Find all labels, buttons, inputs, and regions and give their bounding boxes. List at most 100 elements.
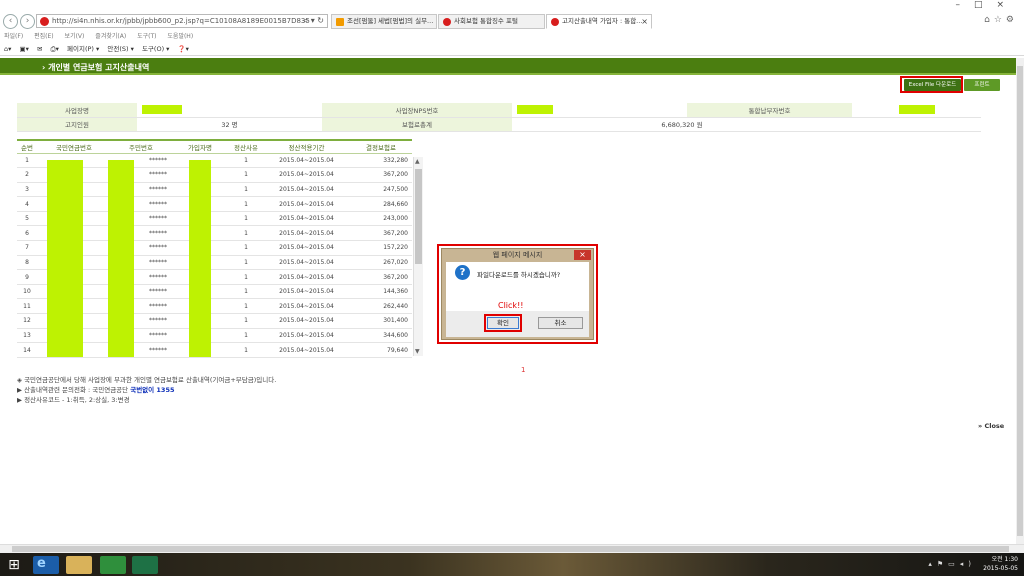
cell-period: 2015.04~2015.04 <box>263 167 350 183</box>
window-controls[interactable]: –□× <box>955 0 1018 10</box>
tab-favicon-icon <box>336 18 344 26</box>
cell-amount: 243,000 <box>350 211 412 227</box>
nps-no-value <box>512 103 687 118</box>
scroll-up-icon[interactable]: ▲ <box>415 158 420 165</box>
cell-period: 2015.04~2015.04 <box>263 225 350 242</box>
help-icon[interactable]: ❓▾ <box>178 45 189 53</box>
cell-period: 2015.04~2015.04 <box>263 182 350 198</box>
cell-period: 2015.04~2015.04 <box>263 342 350 358</box>
ok-button[interactable]: 확인 <box>487 317 519 329</box>
cell-amount: 367,200 <box>350 167 412 183</box>
tab-close-icon[interactable]: × <box>641 15 648 28</box>
menu-edit[interactable]: 편집(E) <box>34 33 54 40</box>
cell-reason: 1 <box>229 298 263 315</box>
cell-period: 2015.04~2015.04 <box>263 284 350 300</box>
cell-reason: 1 <box>229 153 263 169</box>
cell-period: 2015.04~2015.04 <box>263 153 350 169</box>
tray-icons[interactable]: ▴⚑▭◂) <box>928 560 976 568</box>
menu-tools[interactable]: 도구(T) <box>137 33 156 40</box>
total-premium-label: 보험료총계 <box>322 117 512 132</box>
scroll-thumb[interactable] <box>1017 66 1023 536</box>
cell-no: 9 <box>17 269 37 285</box>
command-tools[interactable]: 도구(O) ▾ <box>142 45 169 53</box>
cell-amount: 367,200 <box>350 269 412 285</box>
cell-no: 5 <box>17 211 37 227</box>
nps-no-label: 사업장NPS번호 <box>322 103 512 118</box>
col-header-nps-no[interactable]: 국민연금번호 <box>37 139 111 154</box>
tab-1[interactable]: 사회보험 통합징수 포털 <box>438 14 545 29</box>
col-header-rrn[interactable]: 주민번호 <box>111 139 171 154</box>
close-link[interactable]: » Close <box>978 422 1004 430</box>
command-page[interactable]: 페이지(P) ▾ <box>67 45 99 53</box>
cell-no: 6 <box>17 225 37 242</box>
note-line-3: ▶ 정산사유코드 - 1:취득, 2:상실, 3:변경 <box>17 396 130 404</box>
tab-label: 조선[펌뚫] 세법[펌법]의 실무... <box>347 17 434 25</box>
excel-taskbar-icon[interactable] <box>132 556 158 574</box>
cell-amount: 79,640 <box>350 342 412 358</box>
cell-reason: 1 <box>229 269 263 285</box>
menu-favorites[interactable]: 즐겨찾기(A) <box>95 33 126 40</box>
cell-period: 2015.04~2015.04 <box>263 298 350 315</box>
file-explorer-icon[interactable] <box>66 556 92 574</box>
forward-icon[interactable]: › <box>20 14 35 29</box>
print-icon[interactable]: ⎙▾ <box>50 45 58 53</box>
integrated-payer-value <box>852 103 981 118</box>
tab-2-active[interactable]: 고지산출내역 가입자 : 통합... × <box>546 14 652 29</box>
subscribers-label: 고지인원 <box>17 117 137 132</box>
cell-no: 7 <box>17 240 37 256</box>
cell-amount: 144,360 <box>350 284 412 300</box>
empty-cell <box>852 117 981 132</box>
cell-no: 10 <box>17 284 37 300</box>
clock-time: 오전 1:30 <box>991 556 1018 563</box>
cell-no: 12 <box>17 313 37 329</box>
cell-reason: 1 <box>229 255 263 271</box>
col-header-period[interactable]: 정산적용기간 <box>263 139 350 154</box>
cell-period: 2015.04~2015.04 <box>263 240 350 256</box>
mail-icon[interactable]: ✉ <box>37 45 42 53</box>
cell-no: 14 <box>17 342 37 358</box>
scroll-thumb[interactable] <box>12 546 1009 552</box>
clock-date: 2015-05-05 <box>983 565 1018 572</box>
business-info-table: 사업장명 사업장NPS번호 통합납부자번호 고지인원 32 명 보험료총계 6,… <box>17 103 981 132</box>
address-search-refresh-icon[interactable]: ⌕ ▾ ↻ <box>304 16 324 26</box>
page-horizontal-scrollbar[interactable] <box>0 544 1024 553</box>
col-header-amount[interactable]: 결정보험료 <box>350 139 412 154</box>
command-safety[interactable]: 안전(S) ▾ <box>107 45 134 53</box>
cell-reason: 1 <box>229 342 263 358</box>
page-vertical-scrollbar[interactable] <box>1016 58 1024 544</box>
print-button[interactable]: 프린트 <box>964 79 1000 91</box>
cell-amount: 247,500 <box>350 182 412 198</box>
name-redaction-mask <box>189 160 211 357</box>
cancel-button[interactable]: 취소 <box>538 317 583 329</box>
col-header-no[interactable]: 순번 <box>17 139 37 154</box>
menu-help[interactable]: 도움말(H) <box>167 33 193 40</box>
notes: ◈ 국민연금공단에서 당해 사업장에 부과한 개인별 연금보험료 산출내역(기여… <box>17 375 276 405</box>
scroll-down-icon[interactable]: ▼ <box>415 348 420 355</box>
note-line-1: ◈ 국민연금공단에서 당해 사업장에 부과한 개인별 연금보험료 산출내역(기여… <box>17 376 277 384</box>
store-icon[interactable] <box>100 556 126 574</box>
tab-0[interactable]: 조선[펌뚫] 세법[펌법]의 실무... <box>331 14 437 29</box>
windows-start-icon[interactable]: ⊞ <box>4 555 24 575</box>
col-header-name[interactable]: 가입자명 <box>171 139 229 154</box>
back-icon[interactable]: ‹ <box>3 14 18 29</box>
message-dialog: 웹 페이지 메시지 × ? 파일다운로드를 하시겠습니까? Click!! 확인… <box>441 248 594 340</box>
cell-no: 2 <box>17 167 37 183</box>
home-icon[interactable]: ⌂▾ <box>4 45 11 53</box>
grid-scrollbar[interactable]: ▲ ▼ <box>413 157 423 356</box>
address-bar[interactable]: http://si4n.nhis.or.kr/jpbb/jpbb600_p2.j… <box>36 14 328 28</box>
page-number-link[interactable]: 1 <box>521 366 525 374</box>
home-star-gear-icons[interactable]: ⌂☆⚙ <box>984 15 1018 25</box>
clock[interactable]: 오전 1:30 2015-05-05 <box>983 555 1018 573</box>
col-header-reason[interactable]: 정산사유 <box>229 139 263 154</box>
menu-view[interactable]: 보기(V) <box>65 33 85 40</box>
cell-amount: 284,660 <box>350 196 412 212</box>
cell-no: 8 <box>17 255 37 271</box>
menu-file[interactable]: 파일(F) <box>4 33 23 40</box>
note-phone: 국번없이 1355 <box>130 386 175 394</box>
tab-favicon-icon <box>443 18 451 26</box>
scroll-thumb[interactable] <box>415 169 422 264</box>
cell-amount: 267,020 <box>350 255 412 271</box>
feeds-icon[interactable]: ▣▾ <box>19 45 28 53</box>
dialog-close-icon[interactable]: × <box>574 250 591 260</box>
total-premium-value: 6,680,320 원 <box>512 117 852 132</box>
